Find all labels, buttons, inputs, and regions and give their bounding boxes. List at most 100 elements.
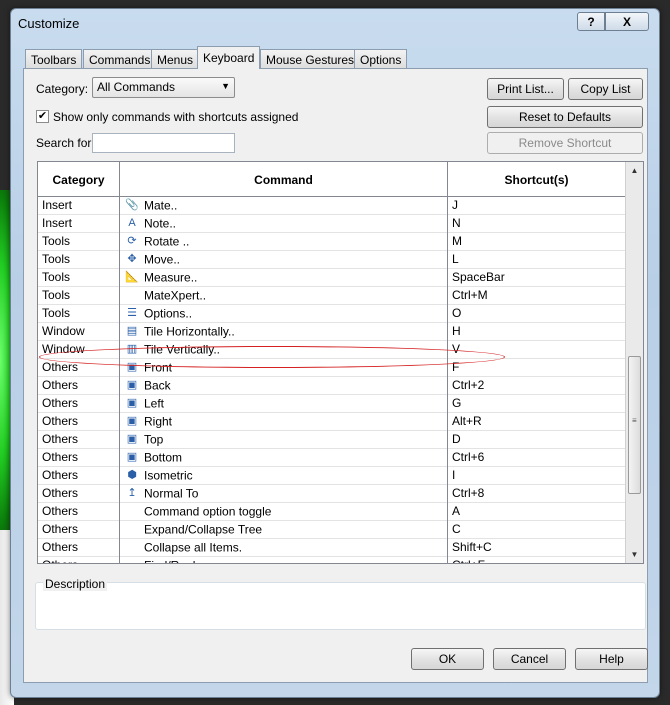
table-row[interactable]: Others Expand/Collapse Tree C <box>38 521 625 539</box>
row-shortcut[interactable]: F <box>448 359 625 377</box>
row-command-label: Normal To <box>144 486 199 501</box>
blank-icon <box>124 504 140 519</box>
tab-commands[interactable]: Commands <box>83 49 157 69</box>
table-row[interactable]: Window ▤ Tile Horizontally.. H <box>38 323 625 341</box>
tab-menus[interactable]: Menus <box>151 49 200 69</box>
header-category[interactable]: Category <box>38 162 120 197</box>
remove-shortcut-button[interactable]: Remove Shortcut <box>487 132 643 154</box>
blank-icon <box>124 540 140 555</box>
print-list-button[interactable]: Print List... <box>487 78 564 100</box>
row-shortcut[interactable]: SpaceBar <box>448 269 625 287</box>
row-shortcut[interactable]: M <box>448 233 625 251</box>
note-icon: A <box>128 217 136 230</box>
row-category: Tools <box>38 287 120 305</box>
table-row[interactable]: Window ▥ Tile Vertically.. V <box>38 341 625 359</box>
table-row[interactable]: Others ▣ Bottom Ctrl+6 <box>38 449 625 467</box>
row-category: Others <box>38 557 120 563</box>
row-command-label: Left <box>144 396 165 411</box>
row-shortcut[interactable]: C <box>448 521 625 539</box>
row-shortcut[interactable]: Ctrl+M <box>448 287 625 305</box>
scroll-up-icon[interactable]: ▲ <box>626 162 643 179</box>
row-shortcut[interactable]: Ctrl+2 <box>448 377 625 395</box>
table-row[interactable]: Tools MateXpert.. Ctrl+M <box>38 287 625 305</box>
help-button[interactable]: Help <box>575 648 648 670</box>
row-shortcut[interactable]: A <box>448 503 625 521</box>
row-shortcut[interactable]: O <box>448 305 625 323</box>
grip-icon: ≡ <box>632 416 637 425</box>
row-command: ▣ Left <box>120 395 448 413</box>
row-shortcut[interactable]: J <box>448 197 625 215</box>
title-help-button[interactable]: ? <box>577 12 605 31</box>
tab-toolbars[interactable]: Toolbars <box>25 49 83 69</box>
table-header: Category Command Shortcut(s) <box>38 162 625 197</box>
scroll-down-icon[interactable]: ▼ <box>626 546 643 563</box>
window-title: Customize <box>18 16 80 31</box>
row-command-label: MateXpert.. <box>144 288 207 303</box>
row-command: ▣ Top <box>120 431 448 449</box>
table-row[interactable]: Insert 📎 Mate.. J <box>38 197 625 215</box>
row-shortcut[interactable]: I <box>448 467 625 485</box>
back-view-icon: ▣ <box>126 379 138 392</box>
row-shortcut[interactable]: Ctrl+F <box>448 557 625 563</box>
row-category: Tools <box>38 269 120 287</box>
reset-to-defaults-button[interactable]: Reset to Defaults <box>487 106 643 128</box>
category-select[interactable]: All Commands ▼ <box>92 77 235 98</box>
row-category: Others <box>38 467 120 485</box>
measure-icon: 📐 <box>125 271 139 284</box>
front-view-icon: ▣ <box>126 361 138 374</box>
row-shortcut[interactable]: N <box>448 215 625 233</box>
row-shortcut[interactable]: L <box>448 251 625 269</box>
table-row[interactable]: Insert A Note.. N <box>38 215 625 233</box>
table-row[interactable]: Others ⬢ Isometric I <box>38 467 625 485</box>
search-input[interactable] <box>92 133 235 153</box>
header-shortcuts[interactable]: Shortcut(s) <box>448 162 625 197</box>
table-row[interactable]: Others Command option toggle A <box>38 503 625 521</box>
row-command: ▤ Tile Horizontally.. <box>120 323 448 341</box>
rotate-icon: ⟳ <box>127 235 137 248</box>
row-command: A Note.. <box>120 215 448 233</box>
row-shortcut[interactable]: Ctrl+8 <box>448 485 625 503</box>
bottom-view-icon: ▣ <box>126 451 138 464</box>
row-shortcut[interactable]: H <box>448 323 625 341</box>
row-command-label: Tile Horizontally.. <box>144 324 235 339</box>
row-shortcut[interactable]: Shift+C <box>448 539 625 557</box>
move-icon: ✥ <box>127 253 137 266</box>
blank-icon <box>124 558 140 563</box>
tab-mouse-gestures[interactable]: Mouse Gestures <box>260 49 361 69</box>
table-row[interactable]: Others ↥ Normal To Ctrl+8 <box>38 485 625 503</box>
row-command-label: Tile Vertically.. <box>144 342 221 357</box>
table-row[interactable]: Others ▣ Front F <box>38 359 625 377</box>
row-shortcut[interactable]: D <box>448 431 625 449</box>
table-row[interactable]: Others ▣ Top D <box>38 431 625 449</box>
table-row[interactable]: Others ▣ Back Ctrl+2 <box>38 377 625 395</box>
table-row[interactable]: Tools ⟳ Rotate .. M <box>38 233 625 251</box>
top-view-icon: ▣ <box>126 433 138 446</box>
row-category: Tools <box>38 305 120 323</box>
table-row[interactable]: Tools ☰ Options.. O <box>38 305 625 323</box>
table-row[interactable]: Others Find/Replace Ctrl+F <box>38 557 625 563</box>
row-shortcut[interactable]: G <box>448 395 625 413</box>
scroll-thumb[interactable]: ≡ <box>628 356 641 494</box>
row-command: MateXpert.. <box>120 287 448 305</box>
row-shortcut[interactable]: Ctrl+6 <box>448 449 625 467</box>
show-only-checkbox[interactable]: ✔ <box>36 110 49 123</box>
vertical-scrollbar[interactable]: ▲ ≡ ▼ <box>625 162 643 563</box>
ok-button[interactable]: OK <box>411 648 484 670</box>
table-row[interactable]: Tools 📐 Measure.. SpaceBar <box>38 269 625 287</box>
cancel-button[interactable]: Cancel <box>493 648 566 670</box>
table-row[interactable]: Others ▣ Right Alt+R <box>38 413 625 431</box>
header-command[interactable]: Command <box>120 162 448 197</box>
table-row[interactable]: Tools ✥ Move.. L <box>38 251 625 269</box>
shortcuts-table: Category Command Shortcut(s) Insert 📎 Mate… <box>37 161 644 564</box>
copy-list-button[interactable]: Copy List <box>568 78 643 100</box>
table-row[interactable]: Others Collapse all Items. Shift+C <box>38 539 625 557</box>
paperclip-icon: 📎 <box>125 199 139 212</box>
row-shortcut[interactable]: V <box>448 341 625 359</box>
row-command: ↥ Normal To <box>120 485 448 503</box>
row-category: Others <box>38 395 120 413</box>
tab-options[interactable]: Options <box>354 49 408 69</box>
title-close-button[interactable]: X <box>605 12 649 31</box>
table-row[interactable]: Others ▣ Left G <box>38 395 625 413</box>
tab-keyboard[interactable]: Keyboard <box>197 46 261 69</box>
row-shortcut[interactable]: Alt+R <box>448 413 625 431</box>
